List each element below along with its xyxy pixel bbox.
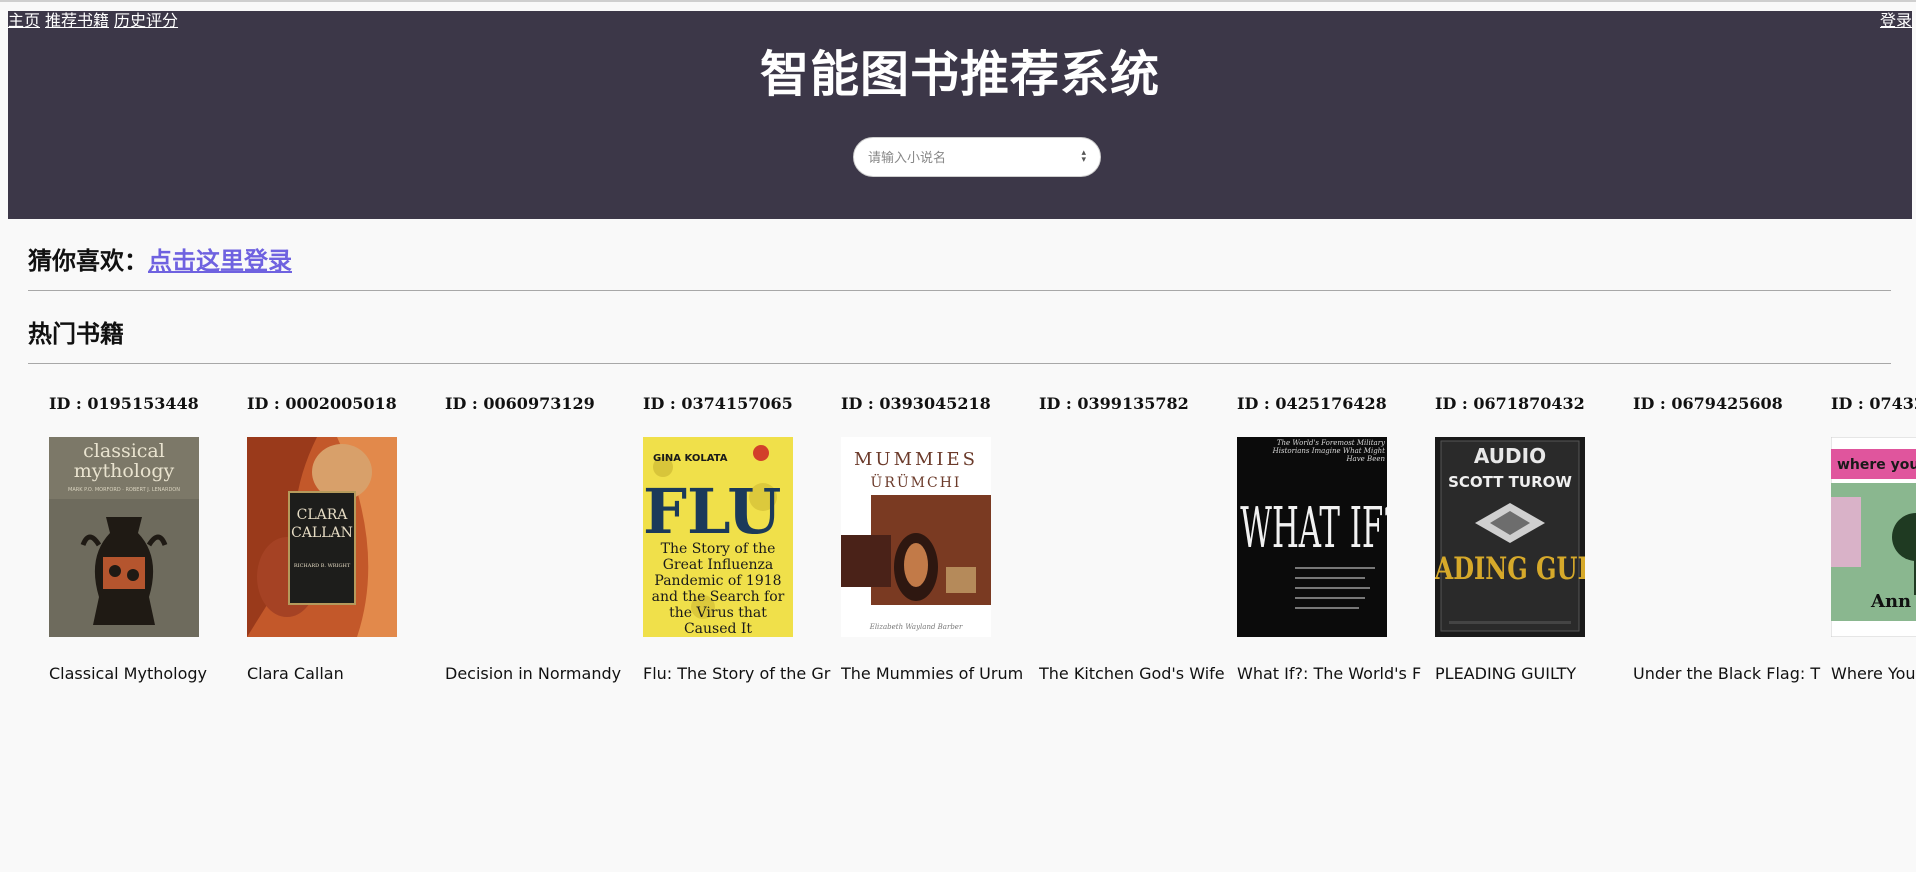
cover-text: CALLAN	[291, 525, 353, 541]
book-cover-art: AUDIO SCOTT TUROW PLEADING GUILTY	[1435, 437, 1585, 637]
book-title[interactable]: Classical Mythology	[49, 664, 239, 683]
book-card[interactable]: ID : 0399135782 The Kitchen God's Wife	[1039, 394, 1229, 694]
login-link[interactable]: 登录	[1880, 11, 1912, 30]
book-title[interactable]: What If?: The World's F	[1237, 664, 1427, 683]
book-card[interactable]: ID : 0425176428 The World's Foremost Mil…	[1237, 394, 1427, 694]
site-title: 智能图书推荐系统	[759, 46, 1160, 103]
cover-text: mythology	[74, 460, 175, 482]
book-cover-art: MUMMIES ÜRÜMCHI Elizabeth Wayland Barber	[841, 437, 991, 637]
book-title[interactable]: Clara Callan	[247, 664, 437, 683]
book-title[interactable]: Under the Black Flag: T	[1633, 664, 1823, 683]
guess-label: 猜你喜欢：	[28, 247, 148, 275]
cover-text: WHAT IF?	[1240, 495, 1387, 561]
login-prompt-link[interactable]: 点击这里登录	[148, 247, 292, 275]
book-cover[interactable]: MUMMIES ÜRÜMCHI Elizabeth Wayland Barber	[841, 437, 991, 637]
book-id: ID : 0374157065	[643, 394, 793, 413]
top-divider	[0, 0, 1916, 2]
book-cover[interactable]	[1633, 437, 1783, 637]
cover-text: ÜRÜMCHI	[871, 473, 962, 491]
book-title[interactable]: Flu: The Story of the Gr	[643, 664, 833, 683]
book-cover-art: GINA KOLATA FLU The Story of the Great I…	[643, 437, 793, 637]
book-cover[interactable]	[1039, 437, 1189, 637]
book-id: ID : 0679425608	[1633, 394, 1783, 413]
guess-you-like: 猜你喜欢：点击这里登录	[28, 241, 292, 276]
nav-recommend-link[interactable]: 推荐书籍	[45, 11, 109, 30]
book-cover-art: CLARA CALLAN RICHARD B. WRIGHT	[247, 437, 397, 637]
book-card[interactable]: ID : 0679425608 Under the Black Flag: T	[1633, 394, 1823, 694]
book-cover[interactable]: GINA KOLATA FLU The Story of the Great I…	[643, 437, 793, 637]
book-card[interactable]: ID : 07432 where you'll Ann Where You	[1831, 394, 1916, 694]
cover-text: Elizabeth Wayland Barber	[869, 623, 963, 631]
book-card[interactable]: ID : 0195153448 classical mythology MARK…	[49, 394, 239, 694]
book-card[interactable]: ID : 0374157065 GINA KOLATA FLU The Stor…	[643, 394, 833, 694]
book-cover[interactable]: AUDIO SCOTT TUROW PLEADING GUILTY	[1435, 437, 1585, 637]
book-card[interactable]: ID : 0393045218 MUMMIES ÜRÜMCHI Elizabet…	[841, 394, 1031, 694]
book-id: ID : 0002005018	[247, 394, 397, 413]
book-cover-art: where you'll Ann	[1831, 437, 1916, 637]
book-id: ID : 0399135782	[1039, 394, 1189, 413]
book-cover[interactable]: CLARA CALLAN RICHARD B. WRIGHT	[247, 437, 397, 637]
cover-text: Ann	[1870, 591, 1911, 612]
cover-text: FLU	[643, 475, 781, 548]
cover-text: RICHARD B. WRIGHT	[294, 563, 351, 569]
cover-text: The World's Foremost Military Historians…	[1272, 439, 1385, 463]
divider	[28, 290, 1891, 291]
cover-text: PLEADING GUILTY	[1435, 550, 1585, 587]
cover-text: CLARA	[297, 507, 349, 523]
book-id: ID : 0671870432	[1435, 394, 1585, 413]
book-title[interactable]: The Mummies of Urum	[841, 664, 1031, 683]
book-title[interactable]: Decision in Normandy	[445, 664, 635, 683]
book-cover[interactable]	[445, 437, 595, 637]
divider	[28, 363, 1891, 364]
cover-text: where you'll	[1837, 457, 1916, 473]
book-id: ID : 0393045218	[841, 394, 991, 413]
book-cover[interactable]: where you'll Ann	[1831, 437, 1916, 637]
cover-text: The Story of the Great Influenza Pandemi…	[651, 541, 785, 635]
cover-text: MARK P.O. MORFORD · ROBERT J. LENARDON	[68, 487, 180, 493]
cover-text: classical	[83, 440, 165, 462]
stepper-icon[interactable]: ▴ ▾	[1081, 149, 1086, 165]
nav-home-link[interactable]: 主页	[8, 11, 40, 30]
header: 主页 推荐书籍 历史评分 登录 智能图书推荐系统	[8, 11, 1912, 219]
book-id: ID : 0425176428	[1237, 394, 1387, 413]
hot-books-title: 热门书籍	[28, 320, 124, 348]
book-cover-art: The World's Foremost Military Historians…	[1237, 437, 1387, 637]
book-title[interactable]: PLEADING GUILTY	[1435, 664, 1625, 683]
book-card[interactable]: ID : 0671870432 AUDIO SCOTT TUROW PLEADI…	[1435, 394, 1625, 694]
book-id: ID : 0195153448	[49, 394, 199, 413]
cover-text: SCOTT TUROW	[1448, 473, 1572, 491]
book-card[interactable]: ID : 0060973129 Decision in Normandy	[445, 394, 635, 694]
search-input[interactable]	[866, 146, 1070, 170]
book-cover-art: classical mythology MARK P.O. MORFORD · …	[49, 437, 199, 637]
user-nav: 登录	[1880, 11, 1912, 31]
main-nav: 主页 推荐书籍 历史评分	[8, 11, 183, 31]
book-title[interactable]: The Kitchen God's Wife	[1039, 664, 1229, 683]
book-id: ID : 07432	[1831, 394, 1916, 413]
cover-text: AUDIO	[1474, 444, 1546, 468]
book-cover[interactable]: classical mythology MARK P.O. MORFORD · …	[49, 437, 199, 637]
book-cover[interactable]: The World's Foremost Military Historians…	[1237, 437, 1387, 637]
book-id: ID : 0060973129	[445, 394, 595, 413]
nav-history-link[interactable]: 历史评分	[114, 11, 178, 30]
book-card[interactable]: ID : 0002005018 CLARA CALLAN RICHARD B. …	[247, 394, 437, 694]
cover-text: GINA KOLATA	[653, 453, 728, 464]
cover-text: MUMMIES	[854, 449, 978, 470]
page: 主页推荐书籍历史评分 登录 智能图书推荐系统 ▴▾ 猜你喜欢：点击这里登录 热门…	[0, 0, 1916, 872]
book-title[interactable]: Where You	[1831, 664, 1916, 683]
search-box[interactable]: ▴▾	[853, 137, 1101, 177]
